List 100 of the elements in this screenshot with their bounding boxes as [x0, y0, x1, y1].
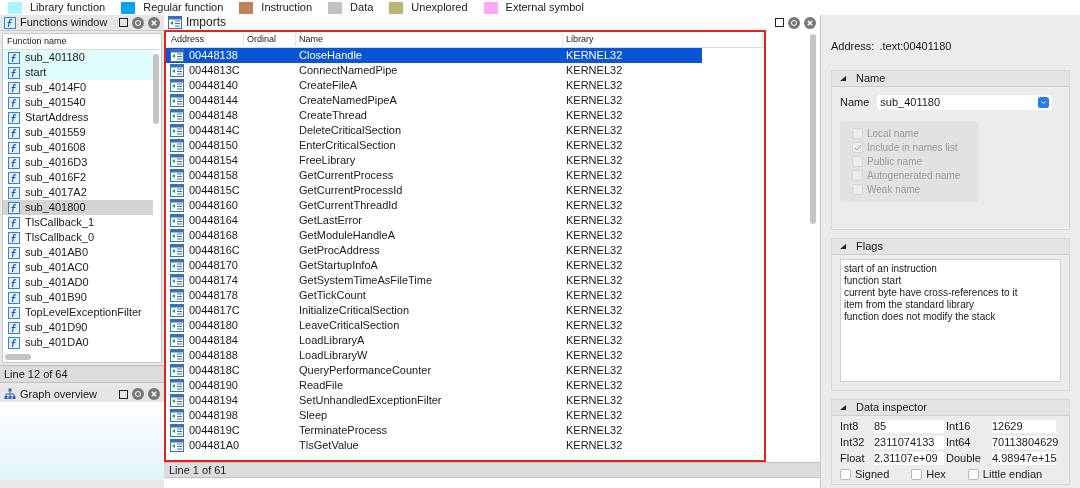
value-field: 4.98947e+15: [992, 452, 1056, 465]
hierarchy-icon: [4, 388, 16, 400]
table-icon: [170, 379, 184, 392]
table-icon: [170, 364, 184, 377]
field-label: Int32: [840, 436, 866, 449]
function-icon: [8, 321, 20, 334]
field-label: Int8: [840, 420, 860, 433]
table-icon: [170, 289, 184, 302]
import-row[interactable]: 00448138 CloseHandle KERNEL32: [166, 48, 702, 63]
section-header[interactable]: Flags: [832, 239, 1069, 255]
maximize-icon: [119, 18, 128, 27]
status-text: Line 1 of 61: [164, 462, 820, 478]
collapse-icon: [840, 76, 846, 81]
function-icon: [8, 156, 20, 169]
flag-text: function does not modify the stack: [844, 311, 997, 323]
column-header[interactable]: Ordinal: [244, 33, 296, 46]
function-row[interactable]: sub_401180: [3, 50, 153, 65]
legend-label: Regular function: [143, 1, 224, 14]
table-icon: [170, 184, 184, 197]
value-field: 12629: [992, 420, 1056, 433]
maximize-icon: [119, 389, 128, 399]
checkbox-label: Weak name: [867, 183, 921, 196]
section-header[interactable]: Data inspector: [832, 400, 1069, 416]
checkbox-label: Autogenerated name: [867, 169, 961, 182]
field-label: Double: [946, 452, 982, 465]
close-icon: [148, 16, 160, 29]
table-icon: [170, 244, 184, 257]
function-icon: [4, 16, 16, 29]
field-label: Address:: [831, 40, 875, 53]
table-icon: [170, 319, 184, 332]
checkbox[interactable]: [911, 469, 923, 480]
close-icon: [148, 388, 160, 400]
function-icon: [8, 276, 20, 289]
column-header[interactable]: Address: [166, 33, 244, 46]
legend-label: Library function: [30, 1, 106, 14]
field-label: Name: [840, 96, 870, 109]
function-icon: [8, 336, 20, 349]
panel-title: Functions window: [20, 16, 108, 29]
field-label: Float: [840, 452, 866, 465]
flag-text: current byte have cross-references to it: [844, 287, 1019, 299]
function-icon: [8, 186, 20, 199]
function-icon: [8, 126, 20, 139]
field-label: Int64: [946, 436, 972, 449]
checkbox-label: Signed: [855, 468, 890, 481]
value-field: 2311074133: [874, 436, 944, 449]
flag-text: function start: [844, 275, 903, 287]
column-header[interactable]: Name: [296, 33, 563, 46]
table-icon: [170, 229, 184, 242]
table-icon: [170, 79, 184, 92]
name-dropdown[interactable]: sub_401180: [877, 95, 1053, 110]
function-icon: [8, 171, 20, 184]
table-icon: [170, 274, 184, 287]
function-icon: [8, 306, 20, 319]
column-header[interactable]: Library: [563, 33, 763, 46]
checkbox-label: Include in names list: [867, 141, 958, 154]
function-icon: [8, 141, 20, 154]
table-icon: [170, 349, 184, 362]
legend-label: External symbol: [505, 1, 584, 14]
table-icon: [170, 424, 184, 437]
function-icon: [8, 66, 20, 79]
function-icon: [8, 51, 20, 64]
checkbox[interactable]: [852, 142, 863, 153]
table-icon: [170, 214, 184, 227]
table-icon: [170, 304, 184, 317]
address-value: .text:00401180: [879, 40, 952, 53]
table-icon: [170, 439, 184, 452]
function-row[interactable]: start: [3, 65, 153, 80]
table-icon: [170, 109, 184, 122]
table-icon: [170, 64, 184, 77]
function-icon: [8, 96, 20, 109]
table-icon: [170, 259, 184, 272]
checkbox[interactable]: [967, 469, 979, 480]
legend-label: Unexplored: [411, 1, 468, 14]
value-field: 70113804629: [992, 436, 1056, 449]
table-icon: [170, 139, 184, 152]
table-icon: [170, 394, 184, 407]
detach-icon: [132, 388, 144, 400]
chevron-down-icon: [1038, 97, 1050, 108]
section-header[interactable]: Name: [832, 71, 1069, 87]
panel-title: Graph overview: [20, 387, 98, 401]
collapse-icon: [840, 244, 846, 249]
flag-text: item from the standard library: [844, 299, 976, 311]
checkmark-icon: [853, 144, 862, 151]
value-field: 2.31107e+09: [874, 452, 944, 465]
checkbox-label: Public name: [867, 155, 923, 168]
function-icon: [8, 201, 20, 214]
checkbox[interactable]: [840, 469, 851, 480]
function-icon: [8, 246, 20, 259]
value-field: 85: [874, 420, 944, 433]
legend-label: Data: [350, 1, 374, 14]
scrollbar-thumb: [5, 354, 31, 360]
function-row[interactable]: sub_401800: [3, 200, 153, 215]
function-icon: [8, 231, 20, 244]
panel-title: Imports: [186, 16, 226, 29]
flag-text: start of an instruction: [844, 263, 938, 275]
function-icon: [8, 261, 20, 274]
checkbox-label: Little endian: [982, 468, 1043, 481]
collapse-icon: [840, 405, 846, 410]
maximize-icon: [775, 18, 784, 27]
checkbox-label: Local name: [867, 127, 919, 140]
